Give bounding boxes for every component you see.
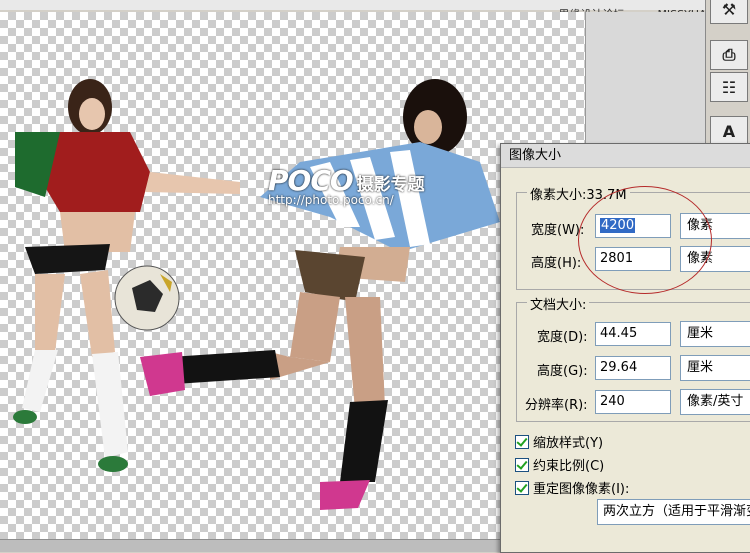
soccer-ball (114, 265, 180, 331)
dialog-title[interactable]: 图像大小 (501, 144, 750, 168)
doc-width-input[interactable]: 44.45 (595, 322, 671, 346)
text-tool-icon[interactable]: A (710, 116, 748, 146)
resample-image-checkbox[interactable]: 重定图像像素(I): (515, 478, 629, 497)
right-player-figure (140, 79, 500, 510)
resolution-input[interactable]: 240 (595, 390, 671, 414)
clone-stamp-icon[interactable]: ☷ (710, 72, 748, 102)
watermark-title: 摄影专题 (356, 175, 425, 195)
checkmark-icon (515, 434, 529, 449)
photo-watermark: POCO 摄影专题 http://photo.poco.cn/ (268, 164, 425, 207)
checkmark-icon (515, 457, 529, 472)
scale-styles-label: 缩放样式(Y) (533, 436, 604, 451)
height-label: 高度(H): (531, 256, 582, 271)
annotation-circle (578, 186, 712, 294)
doc-height-input[interactable]: 29.64 (595, 356, 671, 380)
resample-method-select[interactable]: 两次立方（适用于平滑渐变） (597, 499, 750, 525)
resample-image-label: 重定图像像素(I): (533, 482, 630, 497)
doc-width-unit-select[interactable]: 厘米 (680, 321, 750, 347)
scale-styles-checkbox[interactable]: 缩放样式(Y) (515, 432, 603, 451)
document-size-legend: 文档大小: (527, 294, 590, 313)
doc-width-label: 宽度(D): (537, 330, 588, 345)
resolution-label: 分辨率(R): (525, 398, 588, 413)
constrain-proportions-checkbox[interactable]: 约束比例(C) (515, 455, 604, 474)
checkmark-icon (515, 480, 529, 495)
constrain-proportions-label: 约束比例(C) (533, 459, 605, 474)
wand-icon[interactable]: ⚒ (710, 0, 748, 24)
doc-height-label: 高度(G): (537, 364, 588, 379)
photo-layer (13, 79, 500, 510)
doc-height-unit-select[interactable]: 厘米 (680, 355, 750, 381)
resolution-unit-select[interactable]: 像素/英寸 (680, 389, 750, 415)
width-label: 宽度(W): (531, 223, 585, 238)
usb-icon[interactable]: ⎙ (710, 40, 748, 70)
watermark-url: http://photo.poco.cn/ (268, 193, 394, 207)
